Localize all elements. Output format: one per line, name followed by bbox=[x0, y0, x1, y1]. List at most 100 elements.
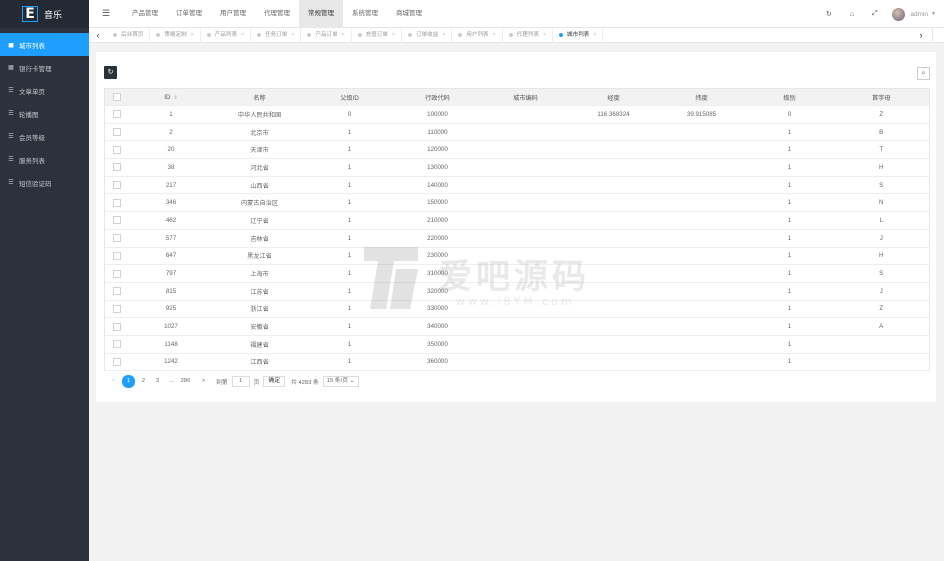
fullscreen-icon[interactable]: ⤢ bbox=[863, 10, 886, 18]
tab-label: 任务订单 bbox=[265, 31, 288, 38]
nav-item-0[interactable]: 产品管理 bbox=[123, 0, 167, 28]
nav-item-2[interactable]: 用户管理 bbox=[211, 0, 255, 28]
table-row[interactable]: 577 吉林省 1 220000 1 J bbox=[104, 229, 930, 248]
clear-icon[interactable]: ⌂ bbox=[840, 11, 863, 18]
table-row[interactable]: 1148 福建省 1 350000 1 bbox=[104, 335, 930, 354]
logo-icon: E bbox=[22, 6, 38, 22]
tab-9[interactable]: 城市列表 × bbox=[553, 27, 604, 43]
sidebar-item-5[interactable]: ☰ 服务列表 bbox=[0, 148, 89, 171]
nav-item-4[interactable]: 常规管理 bbox=[299, 0, 343, 28]
sidebar-item-3[interactable]: ☰ 轮播图 bbox=[0, 102, 89, 125]
nav-item-5[interactable]: 系统管理 bbox=[343, 0, 387, 28]
table-cell bbox=[481, 264, 570, 283]
tab-0[interactable]: 后台首页 bbox=[107, 27, 151, 43]
sidebar-item-1[interactable]: ▦ 银行卡管理 bbox=[0, 56, 89, 79]
table-row[interactable]: 925 浙江省 1 330000 1 Z bbox=[104, 300, 930, 319]
row-checkbox[interactable] bbox=[112, 251, 121, 260]
sidebar-item-2[interactable]: ☰ 文章单页 bbox=[0, 79, 89, 102]
table-cell bbox=[481, 247, 570, 266]
tab-4[interactable]: 产品订单 × bbox=[301, 27, 352, 43]
table-row[interactable]: 797 上海市 1 310000 1 S bbox=[104, 264, 930, 283]
close-icon[interactable]: × bbox=[543, 28, 546, 43]
tab-5[interactable]: 充值订单 × bbox=[352, 27, 402, 43]
menu-toggle-icon[interactable]: ☰ bbox=[89, 8, 123, 19]
table-cell: 815 bbox=[128, 282, 214, 301]
close-icon[interactable]: × bbox=[191, 28, 194, 43]
close-icon[interactable]: × bbox=[442, 28, 445, 43]
row-checkbox[interactable] bbox=[112, 145, 121, 154]
table-row[interactable]: 815 江苏省 1 320000 1 J bbox=[104, 282, 930, 301]
sort-icon[interactable]: ⇕ bbox=[173, 95, 177, 101]
table-row[interactable]: 38 河北省 1 130000 1 H bbox=[104, 158, 930, 177]
select-all-checkbox[interactable] bbox=[112, 93, 121, 101]
tab-7[interactable]: 用户列表 × bbox=[452, 27, 503, 43]
tab-2[interactable]: 产品列表 × bbox=[201, 27, 252, 43]
table-row[interactable]: 20 天津市 1 120000 1 T bbox=[104, 140, 930, 160]
table-body: 1 中华人民共和国 0 100000 116.368324 39.915085 0 Z 2 北京市… bbox=[104, 105, 930, 372]
page-size-select[interactable]: 15 条/页 ⌄ bbox=[322, 375, 359, 387]
table-cell: 1 bbox=[305, 176, 394, 195]
table-row[interactable]: 346 内蒙古自治区 1 150000 1 N bbox=[104, 193, 930, 213]
nav-item-6[interactable]: 商城管理 bbox=[387, 0, 431, 28]
search-button[interactable]: ⌕ bbox=[917, 67, 930, 80]
row-checkbox[interactable] bbox=[112, 110, 121, 119]
close-icon[interactable]: × bbox=[342, 28, 345, 43]
row-checkbox[interactable] bbox=[112, 198, 121, 207]
row-checkbox[interactable] bbox=[112, 234, 121, 243]
row-checkbox[interactable] bbox=[112, 128, 121, 137]
logo[interactable]: E 音乐 bbox=[0, 0, 89, 28]
sidebar-item-4[interactable]: ☰ 会员等级 bbox=[0, 125, 89, 148]
table-row[interactable]: 2 北京市 1 110000 1 B bbox=[104, 123, 930, 142]
row-checkbox[interactable] bbox=[112, 181, 121, 190]
table-row[interactable]: 1 中华人民共和国 0 100000 116.368324 39.915085 0 Z bbox=[104, 105, 930, 124]
refresh-icon[interactable]: ↻ bbox=[817, 10, 840, 18]
tab-label: 产品订单 bbox=[315, 31, 338, 38]
table-cell bbox=[481, 123, 570, 142]
row-checkbox[interactable] bbox=[112, 287, 121, 296]
row-checkbox[interactable] bbox=[112, 216, 121, 225]
close-icon[interactable]: × bbox=[593, 28, 596, 43]
table-row[interactable]: 647 黑龙江省 1 230000 1 H bbox=[104, 247, 930, 266]
close-icon[interactable]: × bbox=[291, 28, 294, 43]
table-row[interactable]: 1242 江西省 1 360000 1 bbox=[104, 353, 930, 372]
list-icon: ☰ bbox=[8, 157, 14, 163]
goto-page-input[interactable]: 1 bbox=[231, 375, 250, 387]
table-row[interactable]: 217 山西省 1 140000 1 S bbox=[104, 176, 930, 195]
sidebar-item-6[interactable]: ☰ 短信验证码 bbox=[0, 171, 89, 194]
row-checkbox[interactable] bbox=[112, 163, 121, 172]
row-checkbox[interactable] bbox=[112, 357, 121, 366]
close-icon[interactable]: × bbox=[493, 28, 496, 43]
nav-item-3[interactable]: 代理管理 bbox=[255, 0, 299, 28]
tab-1[interactable]: 策略定制 × bbox=[150, 27, 201, 43]
row-checkbox[interactable] bbox=[112, 304, 121, 313]
column-header[interactable]: ID ⇕ bbox=[128, 88, 214, 106]
tab-3[interactable]: 任务订单 × bbox=[251, 27, 302, 43]
table-row[interactable]: 462 辽宁省 1 210000 1 L bbox=[104, 211, 930, 230]
close-icon[interactable]: × bbox=[241, 28, 244, 43]
avatar[interactable] bbox=[892, 7, 906, 21]
close-icon[interactable]: × bbox=[392, 28, 395, 43]
table-cell: H bbox=[833, 247, 930, 266]
row-checkbox[interactable] bbox=[112, 340, 121, 349]
tab-6[interactable]: 订单收益 × bbox=[402, 27, 453, 43]
user-name[interactable]: admin bbox=[910, 11, 928, 18]
tab-8[interactable]: 代理列表 × bbox=[503, 27, 553, 43]
sidebar-item-label: 轮播图 bbox=[19, 111, 39, 119]
tabs-scroll-left-icon[interactable]: ‹ bbox=[89, 30, 107, 40]
sidebar-item-0[interactable]: ▅ 城市列表 bbox=[0, 33, 89, 56]
prev-page-button[interactable]: < bbox=[108, 376, 119, 387]
row-checkbox[interactable] bbox=[112, 269, 121, 278]
next-page-button[interactable]: > bbox=[198, 376, 209, 387]
table-cell: 1 bbox=[305, 282, 394, 301]
page-button[interactable]: 1 bbox=[122, 374, 135, 388]
last-page-button[interactable]: 286 bbox=[180, 376, 191, 387]
table-refresh-button[interactable]: ↻ bbox=[104, 66, 117, 79]
page-button[interactable]: 2 bbox=[138, 376, 149, 387]
table-row[interactable]: 1027 安徽省 1 340000 1 A bbox=[104, 317, 930, 336]
nav-item-1[interactable]: 订单管理 bbox=[167, 0, 211, 28]
page-button[interactable]: 3 bbox=[152, 376, 163, 387]
chevron-down-icon[interactable]: ▼ bbox=[931, 11, 936, 17]
row-checkbox[interactable] bbox=[112, 322, 121, 331]
goto-confirm-button[interactable]: 确定 bbox=[263, 375, 286, 387]
tabs-scroll-right-icon[interactable]: › bbox=[912, 30, 930, 40]
